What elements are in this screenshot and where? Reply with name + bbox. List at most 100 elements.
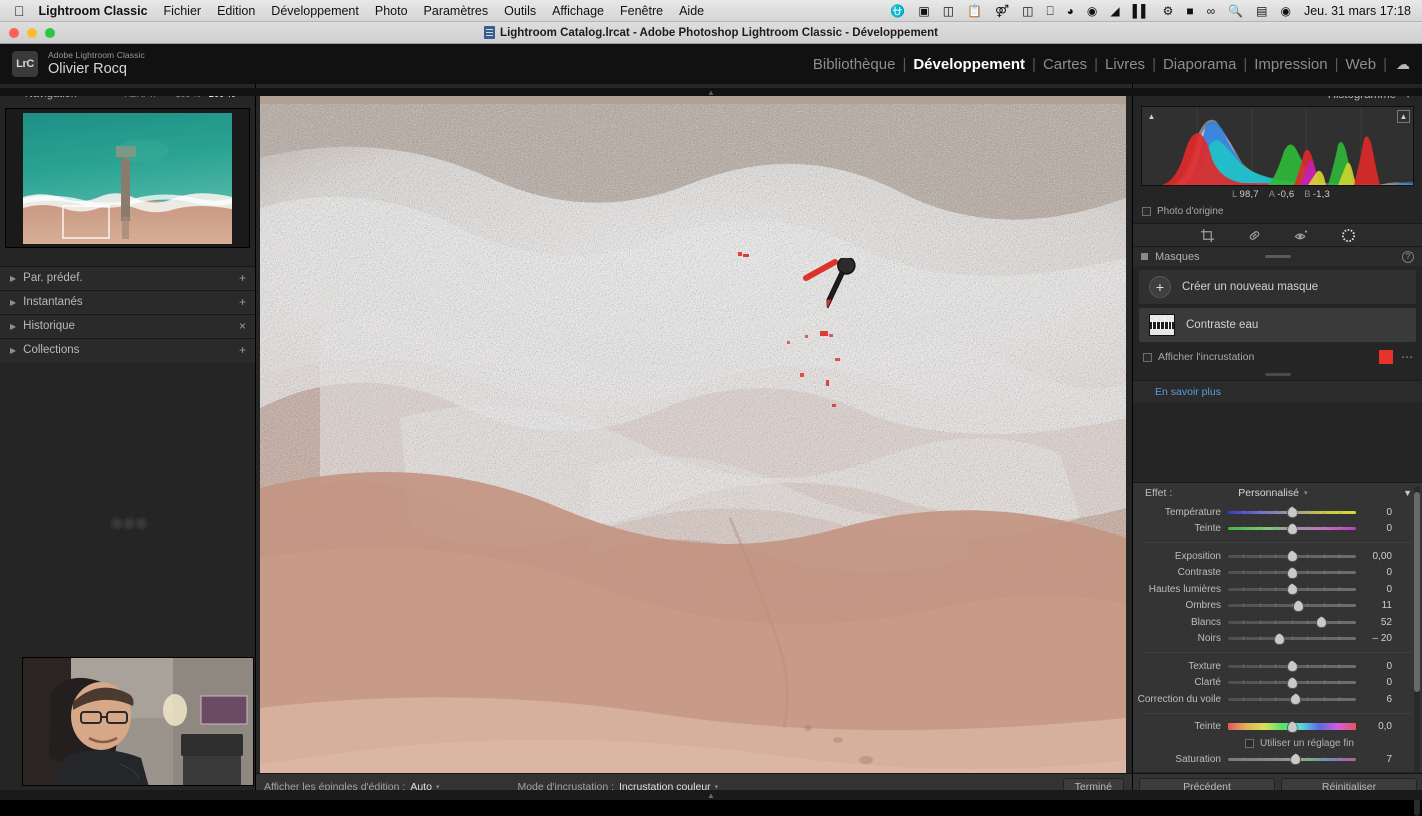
slider-knob-noirs[interactable]	[1273, 632, 1285, 645]
slider-value-clarte[interactable]: 0	[1356, 677, 1396, 688]
slider-noirs[interactable]: Noirs – 20	[1133, 631, 1422, 648]
original-photo-checkbox[interactable]	[1142, 207, 1151, 216]
menu-photo[interactable]: Photo	[375, 4, 408, 18]
more-options-icon[interactable]: ⋯	[1401, 350, 1414, 364]
slider-knob-correction-du-voile[interactable]	[1290, 693, 1302, 706]
highlight-clipping-icon[interactable]: ▲	[1397, 110, 1410, 123]
screen-record-icon[interactable]: ▣	[918, 5, 929, 17]
healing-brush-icon[interactable]	[1246, 227, 1263, 244]
slider-knob-texture[interactable]	[1286, 660, 1298, 673]
slider-value-exposition[interactable]: 0,00	[1356, 551, 1396, 562]
effect-chevron-icon[interactable]: ▾	[1304, 489, 1308, 497]
slider-value-teinte-hue[interactable]: 0,0	[1356, 721, 1396, 732]
window-controls[interactable]	[9, 28, 55, 38]
right-panel-scrollbar[interactable]	[1414, 486, 1420, 816]
top-panel-toggle[interactable]: ▲	[0, 88, 1422, 97]
effect-selector[interactable]: Effet : Personnalisé ▾ ▼	[1133, 483, 1422, 502]
slider-track-contraste[interactable]	[1228, 566, 1356, 580]
battery-icon[interactable]: ■	[1186, 5, 1193, 17]
bluetooth-icon[interactable]: ⚙	[1163, 5, 1174, 17]
menu-fenetre[interactable]: Fenêtre	[620, 4, 663, 18]
create-new-mask-button[interactable]: + Créer un nouveau masque	[1139, 270, 1416, 304]
display-icon[interactable]: ⎕	[1046, 5, 1053, 17]
show-overlay-row[interactable]: Afficher l'incrustation ⋯	[1133, 346, 1422, 368]
slider-track-exposition[interactable]	[1228, 549, 1356, 563]
slider-knob-exposition[interactable]	[1286, 550, 1298, 563]
fine-adjust-row[interactable]: Utiliser un réglage fin	[1133, 735, 1422, 751]
menu-affichage[interactable]: Affichage	[552, 4, 604, 18]
sidebar-item-collections[interactable]: ▶ Collections +	[0, 338, 255, 362]
menu-aide[interactable]: Aide	[679, 4, 704, 18]
snapshots-add-icon[interactable]: +	[239, 295, 246, 309]
help-icon[interactable]: ?	[1402, 250, 1414, 263]
minimize-window-button[interactable]	[27, 28, 37, 38]
image-canvas[interactable]	[260, 88, 1126, 797]
slider-contraste[interactable]: Contraste 0	[1133, 565, 1422, 582]
histogram-chart[interactable]: ▲ ▲	[1141, 106, 1414, 186]
slider-track-temperature[interactable]	[1228, 505, 1356, 519]
masks-header[interactable]: Masques ?	[1133, 247, 1422, 266]
slider-track-ombres[interactable]	[1228, 599, 1356, 613]
menu-outils[interactable]: Outils	[504, 4, 536, 18]
chevron-right-icon[interactable]: ▶	[10, 274, 16, 283]
presets-add-icon[interactable]: +	[239, 271, 246, 285]
slider-track-clarte[interactable]	[1228, 676, 1356, 690]
slider-knob-saturation[interactable]	[1290, 753, 1302, 766]
module-impression[interactable]: Impression	[1254, 56, 1327, 73]
slider-track-saturation[interactable]	[1228, 752, 1356, 766]
menu-developpement[interactable]: Développement	[271, 4, 359, 18]
effect-value[interactable]: Personnalisé	[1238, 487, 1299, 499]
module-developpement[interactable]: Développement	[913, 56, 1025, 73]
slider-knob-contraste[interactable]	[1286, 566, 1298, 579]
main-photo[interactable]	[260, 88, 1126, 797]
menu-fichier[interactable]: Fichier	[164, 4, 202, 18]
slider-hautes-lumieres[interactable]: Hautes lumières 0	[1133, 581, 1422, 598]
slider-clarte[interactable]: Clarté 0	[1133, 675, 1422, 692]
module-web[interactable]: Web	[1346, 56, 1377, 73]
effect-panel-collapse-icon[interactable]: ▼	[1403, 488, 1412, 498]
maximize-window-button[interactable]	[45, 28, 55, 38]
crop-icon[interactable]	[1199, 227, 1216, 244]
slider-knob-ombres[interactable]	[1292, 599, 1304, 612]
slider-value-contraste[interactable]: 0	[1356, 567, 1396, 578]
navigator-thumbnail-image[interactable]	[23, 112, 232, 244]
module-diaporama[interactable]: Diaporama	[1163, 56, 1236, 73]
slider-value-hautes-lumieres[interactable]: 0	[1356, 584, 1396, 595]
original-photo-toggle[interactable]: Photo d'origine	[1133, 200, 1422, 217]
slider-track-texture[interactable]	[1228, 659, 1356, 673]
red-eye-icon[interactable]	[1293, 227, 1310, 244]
slider-teinte-hue[interactable]: Teinte 0,0	[1133, 719, 1422, 736]
slider-knob-clarte[interactable]	[1286, 676, 1298, 689]
chevron-right-icon[interactable]: ▶	[10, 322, 16, 331]
mask-list-item[interactable]: Contraste eau	[1139, 308, 1416, 342]
creative-cloud-icon[interactable]: ⛎	[890, 5, 905, 17]
plus-icon[interactable]: +	[1149, 276, 1171, 298]
screenshot-icon[interactable]: ◫	[943, 5, 954, 17]
identity-plate[interactable]: LrC Adobe Lightroom Classic Olivier Rocq	[0, 50, 145, 77]
close-window-button[interactable]	[9, 28, 19, 38]
slider-value-ombres[interactable]: 11	[1356, 600, 1396, 611]
slider-value-noirs[interactable]: – 20	[1356, 633, 1396, 644]
filmstrip-toggle[interactable]: ▲	[0, 790, 1422, 800]
slider-knob-blancs[interactable]	[1315, 616, 1327, 629]
shadow-clipping-icon[interactable]: ▲	[1145, 110, 1158, 123]
search-icon[interactable]: 🔍	[1228, 5, 1243, 17]
sidebar-item-history[interactable]: ▶ Historique ×	[0, 314, 255, 338]
slider-correction-du-voile[interactable]: Correction du voile 6	[1133, 691, 1422, 708]
menubar-clock[interactable]: Jeu. 31 mars 17:18	[1304, 4, 1411, 18]
slider-track-hautes-lumieres[interactable]	[1228, 582, 1356, 596]
slider-track-tint-wb[interactable]	[1228, 522, 1356, 536]
slider-value-saturation[interactable]: 7	[1356, 754, 1396, 765]
slider-exposition[interactable]: Exposition 0,00	[1133, 548, 1422, 565]
slider-value-texture[interactable]: 0	[1356, 661, 1396, 672]
clipboard-icon[interactable]: 📋	[967, 5, 982, 17]
slider-knob-tint-wb[interactable]	[1286, 522, 1298, 535]
slider-saturation[interactable]: Saturation 7	[1133, 751, 1422, 768]
module-livres[interactable]: Livres	[1105, 56, 1145, 73]
slider-ombres[interactable]: Ombres 11	[1133, 598, 1422, 615]
apple-icon[interactable]: 	[14, 4, 25, 18]
slider-tint-wb[interactable]: Teinte 0	[1133, 521, 1422, 538]
module-cartes[interactable]: Cartes	[1043, 56, 1087, 73]
show-overlay-checkbox[interactable]	[1143, 352, 1152, 362]
overlay-color-swatch[interactable]	[1379, 350, 1393, 364]
